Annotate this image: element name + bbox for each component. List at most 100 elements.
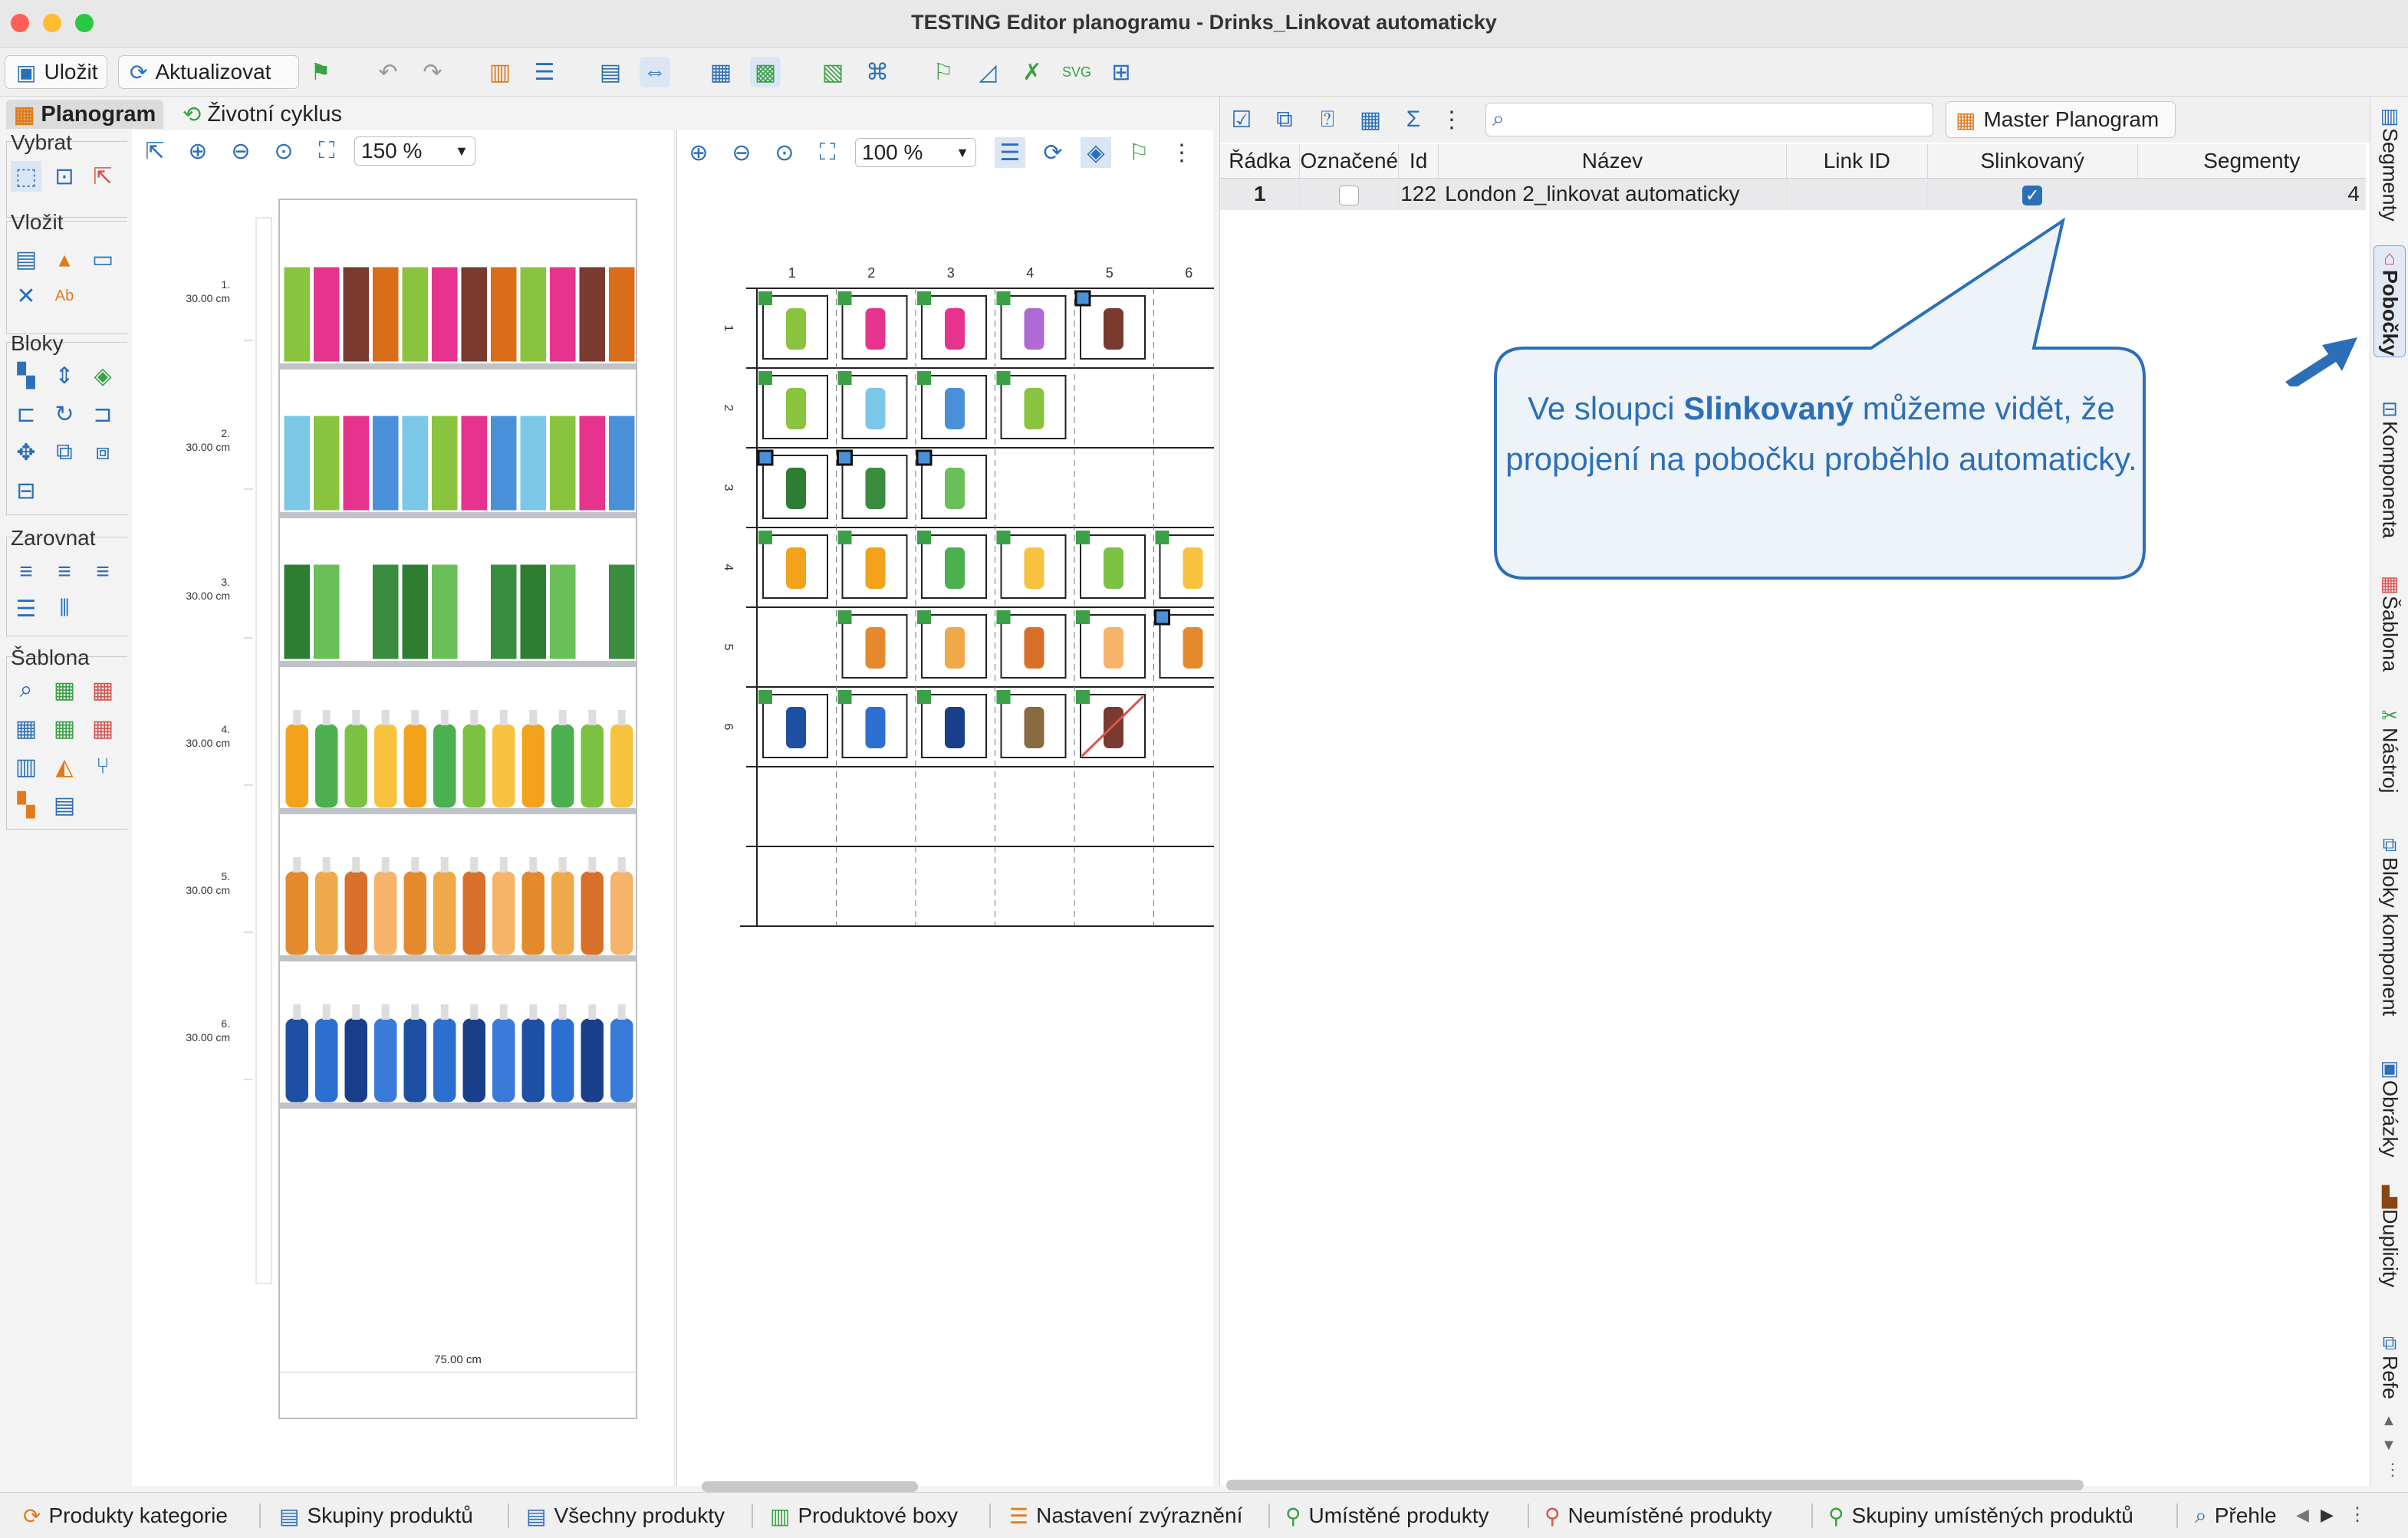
save-button[interactable]: ▣ Uložit (5, 55, 107, 89)
table-more-icon[interactable]: ⋮ (1436, 104, 1467, 135)
sidebar-item-component-blocks[interactable]: ⧉ Bloky komponent (2373, 833, 2406, 1016)
blocks-arrange-icon[interactable]: ⊐ (87, 399, 118, 429)
tab-planogram[interactable]: ▦ Planogram (6, 100, 164, 129)
grid-view-icon[interactable]: ▩ (750, 57, 781, 87)
header-row[interactable]: Řádka (1220, 144, 1301, 179)
blocks-move-icon[interactable]: ✥ (11, 437, 41, 468)
sum-icon[interactable]: Σ (1398, 104, 1429, 135)
sidebar-scroll-down-icon[interactable]: ▼ (2381, 1437, 2396, 1454)
align-columns-icon[interactable]: ⫴ (49, 593, 80, 624)
table-settings-icon[interactable]: ▦ (1355, 104, 1386, 135)
blocks-paste-icon[interactable]: ⧈ (87, 437, 118, 468)
table-search-input[interactable]: ⌕ (1485, 103, 1933, 136)
template-layout-icon[interactable]: ▤ (49, 790, 80, 820)
template-table-icon[interactable]: ▦ (11, 713, 41, 744)
tab-product-groups[interactable]: ▤ Skupiny produktů (279, 1499, 473, 1533)
chart-icon[interactable]: ◿ (972, 57, 1003, 87)
dimension-icon[interactable]: ⇔ (640, 57, 670, 87)
sidebar-item-segments[interactable]: ▥ Segmenty (2373, 104, 2406, 222)
select-all-icon[interactable]: ⊡ (49, 161, 80, 192)
tab-category-products[interactable]: ⟳ Produkty kategorie (23, 1499, 228, 1533)
select-cursor-icon[interactable]: ⇱ (87, 161, 118, 192)
blocks-group-icon[interactable]: ▚ (11, 360, 41, 391)
compare-icon[interactable]: ▧ (817, 57, 848, 87)
select-rectangle-icon[interactable]: ⬚ (11, 161, 41, 192)
tab-placed-products[interactable]: ⚲ Umístěné produkty (1285, 1499, 1489, 1533)
master-planogram-button[interactable]: ▦ Master Planogram (1946, 101, 2176, 138)
linked-checkbox[interactable]: ✓ (2022, 185, 2043, 205)
sidebar-item-template[interactable]: ▦ Šablona (2373, 572, 2406, 672)
highlight-icon[interactable]: ▥ (485, 57, 515, 87)
template-mirror-icon[interactable]: ◭ (49, 751, 80, 782)
tab-placed-product-groups[interactable]: ⚲ Skupiny umístěných produktů (1828, 1499, 2133, 1533)
sidebar-item-refe[interactable]: ⧉ Refe (2373, 1331, 2406, 1399)
grid-horizontal-scrollbar[interactable] (702, 1481, 918, 1492)
sidebar-more-icon[interactable]: ⋮ (2384, 1460, 2401, 1480)
insert-product-icon[interactable]: ▴ (49, 244, 80, 274)
refresh-button[interactable]: ⟳ Aktualizovat (118, 55, 299, 89)
check-all-icon[interactable]: ☑ (1226, 104, 1257, 135)
blocks-fit-icon[interactable]: ⊟ (11, 475, 41, 506)
template-edit-icon[interactable]: ▦ (49, 713, 80, 744)
header-name[interactable]: Název (1438, 144, 1787, 179)
blocks-3d-icon[interactable]: ◈ (87, 360, 118, 391)
sidebar-item-tool[interactable]: ✂ Nástroj (2373, 704, 2406, 794)
header-linked[interactable]: Slinkovaný (1927, 144, 2138, 179)
header-segments[interactable]: Segmenty (2137, 144, 2366, 179)
export-svg-icon[interactable]: SVG (1061, 57, 1092, 87)
template-tree-icon[interactable]: ⑂ (87, 751, 118, 782)
insert-divider-icon[interactable]: ✕ (11, 281, 41, 311)
redo-icon[interactable]: ↷ (417, 57, 448, 87)
blocks-rotate-icon[interactable]: ↻ (49, 399, 80, 429)
tabs-scroll-right-icon[interactable]: ▶ (2321, 1505, 2334, 1525)
network-icon[interactable]: ⌘ (862, 57, 893, 87)
sidebar-scroll-up-icon[interactable]: ▲ (2381, 1412, 2396, 1430)
header-marked[interactable]: Označené (1299, 144, 1400, 179)
template-search-icon[interactable]: ⌕ (11, 675, 41, 705)
tab-overview[interactable]: ⌕ Přehle (2195, 1499, 2277, 1533)
insert-box-icon[interactable]: ▭ (87, 244, 118, 274)
blocks-split-icon[interactable]: ⊏ (11, 399, 41, 429)
sidebar-item-branches[interactable]: ⌂ Pobočky (2373, 245, 2406, 357)
tabs-more-icon[interactable]: ⋮ (2348, 1503, 2367, 1526)
planogram-canvas[interactable]: ⇱ ⊕ ⊖ ⊙ ⛶ 150 % ▼ 1. 30.00 cm 2. 30.00 cm 3.… (132, 130, 673, 1486)
blocks-copy-icon[interactable]: ⧉ (49, 437, 80, 468)
export-xls-icon[interactable]: ✗ (1017, 57, 1048, 87)
copy-icon[interactable]: ⧉ (1269, 104, 1300, 135)
shelves-icon[interactable]: ☰ (529, 57, 560, 87)
marked-checkbox[interactable] (1339, 185, 1360, 205)
label-icon[interactable]: ▦ (706, 57, 736, 87)
table-search-field[interactable] (1520, 107, 1919, 133)
tab-highlight-settings[interactable]: ☰ Nastavení zvýraznění (1009, 1499, 1242, 1533)
undo-icon[interactable]: ↶ (373, 57, 403, 87)
columns-icon[interactable]: ▤ (595, 57, 626, 87)
grid-canvas[interactable]: ⊕ ⊖ ⊙ ⛶ 100 % ▼ ☰ ⟳ ◈ ⚐ ⋮ 123456123456 (676, 130, 1214, 1492)
align-right-icon[interactable]: ≡ (87, 557, 118, 587)
flag-icon[interactable]: ⚐ (928, 57, 959, 87)
align-left-icon[interactable]: ≡ (11, 557, 41, 587)
tab-product-boxes[interactable]: ▥ Produktové boxy (770, 1499, 958, 1533)
table-row[interactable]: 1 122 London 2_linkovat automaticky ✓ 4 (1220, 178, 2366, 210)
blocks-resize-icon[interactable]: ⇕ (49, 360, 80, 391)
header-id[interactable]: Id (1398, 144, 1439, 179)
sidebar-item-images[interactable]: ▣ Obrázky (2373, 1057, 2406, 1158)
align-center-icon[interactable]: ≡ (49, 557, 80, 587)
template-apply-icon[interactable]: ▦ (49, 675, 80, 705)
template-delete-icon[interactable]: ▦ (87, 713, 118, 744)
tab-all-products[interactable]: ▤ Všechny produkty (526, 1499, 725, 1533)
template-merge-icon[interactable]: ▚ (11, 790, 41, 820)
align-justify-icon[interactable]: ☰ (11, 593, 41, 624)
template-remove-icon[interactable]: ▦ (87, 675, 118, 705)
sidebar-item-duplicates[interactable]: ▙ Duplicity (2373, 1185, 2406, 1287)
table-horizontal-scrollbar[interactable] (1226, 1480, 2084, 1490)
insert-shelf-icon[interactable]: ▤ (11, 244, 41, 274)
template-columns-icon[interactable]: ▥ (11, 751, 41, 782)
sidebar-item-component[interactable]: ⊟ Komponenta (2373, 397, 2406, 538)
help-icon[interactable]: ⍰ (1312, 104, 1343, 135)
add-bookmark-icon[interactable]: ⚑ (305, 57, 336, 87)
tab-lifecycle[interactable]: ⟲ Životní cyklus (175, 100, 350, 129)
tabs-scroll-left-icon[interactable]: ◀ (2296, 1505, 2309, 1525)
header-link-id[interactable]: Link ID (1786, 144, 1928, 179)
tab-unplaced-products[interactable]: ⚲ Neumístěné produkty (1544, 1499, 1772, 1533)
export-image-icon[interactable]: ⊞ (1106, 57, 1137, 87)
